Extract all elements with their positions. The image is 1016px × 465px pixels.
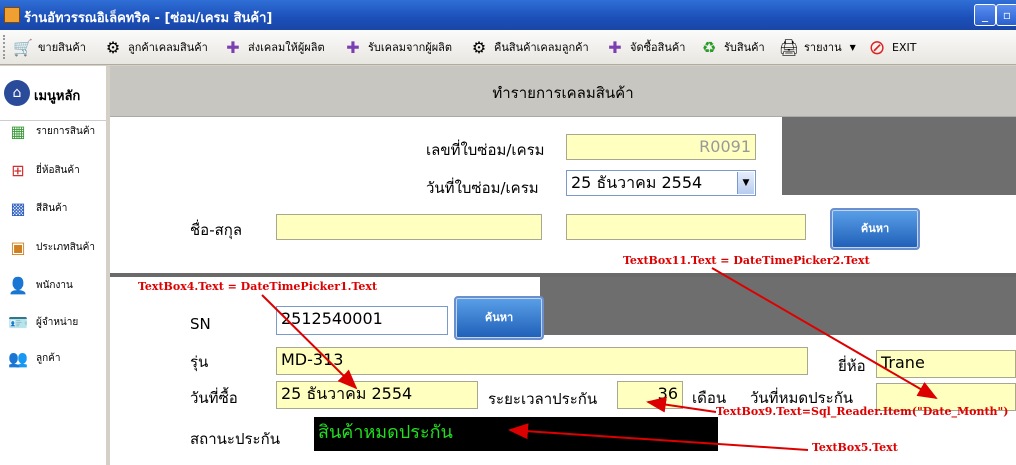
warranty-period-label: ระยะเวลาประกัน (488, 390, 598, 408)
form-title: ทำรายการเคลมสินค้า (492, 84, 634, 102)
sn-label: SN (190, 315, 211, 333)
brand-label: ยี่ห้อ (838, 357, 866, 375)
user-icon: 👤 (8, 275, 28, 295)
toolbar-report-button[interactable]: 🖨 รายงาน ▼ (778, 33, 856, 61)
toolbar-purchase-button[interactable]: ✚ จัดซื้อสินค้า (604, 33, 685, 61)
sidebar-item-colors[interactable]: ▩ สีสินค้า (0, 193, 106, 223)
palette-icon: ▩ (10, 198, 26, 218)
warranty-period-field[interactable]: 36 (617, 381, 683, 409)
sidebar-item-suppliers[interactable]: 🪪 ผู้จำหน่าย (0, 307, 106, 337)
repair-date-picker[interactable]: 25 ธันวาคม 2554 ▼ (566, 170, 756, 196)
annotation-textbox11: TextBox11.Text = DateTimePicker2.Text (623, 254, 870, 267)
first-name-field[interactable] (276, 214, 542, 240)
puzzle-icon: ✚ (346, 37, 360, 57)
puzzle-icon: ✚ (608, 37, 622, 57)
sidebar-item-categories[interactable]: ▣ ประเภทสินค้า (0, 232, 106, 262)
puzzle-icon: ✚ (226, 37, 240, 57)
window-title: ร้านอัทวรรณอิเล็คทริค - [ซ่อม/เครม สินค้… (24, 11, 273, 26)
toolbar-customer-claim-button[interactable]: ⚙ ลูกค้าเคลมสินค้า (102, 33, 208, 61)
printer-icon: 🖨 (778, 37, 800, 57)
exit-icon: ⊘ (868, 35, 886, 59)
sidebar: ⌂ เมนูหลัก ▦ รายการสินค้า ⊞ ยี่ห้อสินค้า ▩… (0, 66, 107, 465)
search-sn-button[interactable]: ค้นหา (454, 296, 544, 340)
gear-icon: ⚙ (471, 37, 487, 57)
sidebar-item-brands[interactable]: ⊞ ยี่ห้อสินค้า (0, 155, 106, 185)
sidebar-item-employees[interactable]: 👤 พนักงาน (0, 270, 106, 300)
hierarchy-icon: ⊞ (11, 160, 25, 180)
title-bar: ร้านอัทวรรณอิเล็คทริค - [ซ่อม/เครม สินค้… (0, 0, 1016, 30)
sidebar-item-products[interactable]: ▦ รายการสินค้า (0, 116, 106, 146)
brand-field[interactable]: Trane (876, 350, 1016, 378)
repair-date-label: วันที่ใบซ่อม/เครม (426, 179, 539, 197)
app-icon (4, 7, 20, 23)
toolbar-return-claim-button[interactable]: ⚙ คืนสินค้าเคลมลูกค้า (468, 33, 589, 61)
tv-icon: ▣ (10, 237, 26, 257)
recycle-icon: ♻ (701, 37, 717, 57)
annotation-textbox9: TextBox9.Text=Sql_Reader.Item("Date_Mont… (716, 405, 1009, 418)
warranty-status-field[interactable]: สินค้าหมดประกัน (314, 417, 718, 451)
sidebar-title: เมนูหลัก (34, 89, 81, 104)
toolbar-receive-goods-button[interactable]: ♻ รับสินค้า (698, 33, 765, 61)
toolbar-sell-button[interactable]: 🛒 ขายสินค้า (12, 33, 86, 61)
bars-icon: ▦ (10, 121, 26, 141)
last-name-field[interactable] (566, 214, 806, 240)
purchase-date-label: วันที่ซื้อ (190, 389, 238, 407)
model-field[interactable]: MD-313 (276, 347, 808, 375)
gear-warning-icon: ⚙ (105, 37, 121, 57)
id-card-icon: 🪪 (8, 312, 28, 332)
toolbar-grip[interactable] (3, 35, 8, 59)
users-icon: 👥 (8, 348, 28, 368)
section-separator (110, 273, 1016, 277)
chevron-down-icon[interactable]: ▼ (737, 172, 754, 194)
purchase-date-field[interactable]: 25 ธันวาคม 2554 (276, 381, 478, 409)
search-customer-button[interactable]: ค้นหา (830, 208, 920, 250)
form-header: ทำรายการเคลมสินค้า (110, 66, 1016, 117)
repair-no-field[interactable]: R0091 (566, 134, 756, 160)
decor-panel (782, 117, 1016, 195)
sidebar-header: ⌂ เมนูหลัก (0, 66, 106, 121)
cart-icon: 🛒 (13, 37, 33, 57)
toolbar-receive-claim-button[interactable]: ✚ รับเคลมจากผู้ผลิต (342, 33, 452, 61)
sn-field[interactable]: 2512540001 (276, 306, 448, 335)
toolbar: 🛒 ขายสินค้า ⚙ ลูกค้าเคลมสินค้า ✚ ส่งเคลมให้… (0, 30, 1016, 65)
chevron-down-icon: ▼ (849, 42, 856, 52)
minimize-button[interactable]: _ (974, 4, 996, 26)
warranty-status-label: สถานะประกัน (190, 430, 280, 448)
annotation-textbox4: TextBox4.Text = DateTimePicker1.Text (138, 280, 378, 293)
repair-no-label: เลขที่ใบซ่อม/เครม (426, 141, 545, 159)
decor-panel (540, 277, 1016, 335)
home-icon: ⌂ (4, 80, 30, 106)
model-label: รุ่น (190, 353, 209, 371)
toolbar-exit-button[interactable]: ⊘ EXIT (866, 33, 917, 61)
repair-date-value: 25 ธันวาคม 2554 (571, 173, 703, 192)
toolbar-send-claim-button[interactable]: ✚ ส่งเคลมให้ผู้ผลิต (222, 33, 324, 61)
annotation-textbox5: TextBox5.Text (812, 441, 898, 454)
restore-button[interactable]: ▫ (996, 4, 1016, 26)
sidebar-item-customers[interactable]: 👥 ลูกค้า (0, 343, 106, 373)
name-label: ชื่อ-สกุล (190, 221, 243, 239)
